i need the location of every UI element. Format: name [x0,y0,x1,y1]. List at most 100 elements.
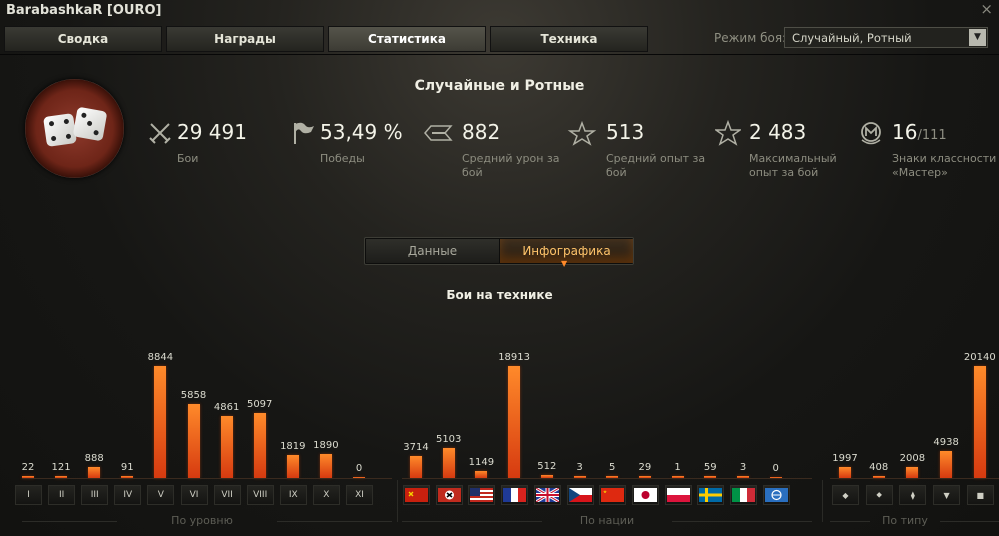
sweden-flag-icon[interactable] [697,485,725,505]
bar-value-label: 8844 [147,352,174,363]
chart-baseline [830,478,999,479]
bar-value-label: 4938 [933,437,959,448]
chart-group-label: По типу [882,514,928,527]
stat-label: Максимальный опыт за бой [749,152,837,179]
stat-value: 2 483 [749,120,807,144]
stat-value: 513 [606,120,645,144]
group-underline [22,521,117,522]
ussr-flag-icon[interactable] [403,485,430,505]
battle-mode-label: Режим боя: [714,31,787,45]
category-tick[interactable]: VII [213,485,241,505]
chart-group-divider [822,480,823,522]
bar-value-label: 0 [355,463,363,474]
at-spg-icon[interactable]: ▼ [933,485,961,505]
category-tick[interactable]: VI [180,485,208,505]
category-tick[interactable]: V [147,485,175,505]
bar-value-label: 0 [772,463,779,474]
bar-value-label: 20140 [963,352,996,363]
battle-mode-value: Случайный, Ротный [792,31,912,45]
die-right [72,106,108,142]
france-flag-icon[interactable] [501,485,529,505]
chart-group-divider [397,480,398,522]
group-underline [940,521,999,522]
uk-flag-icon[interactable] [533,485,561,505]
category-tick[interactable]: IX [279,485,307,505]
stat-value: 53,49 % [320,120,403,144]
china-flag-icon[interactable] [599,485,627,505]
tab-vehicles[interactable]: Техника [490,26,648,52]
chart-baseline [22,478,392,479]
section-title: Случайные и Ротные [414,78,585,94]
chart-bar [906,467,919,478]
bar-value-label: 1890 [313,440,339,451]
category-tick[interactable]: VIII [246,485,274,505]
chart-bar [286,455,299,478]
bar-value-label: 1149 [468,457,495,468]
spg-icon[interactable]: ■ [966,485,994,505]
active-caret-icon: ▼ [561,259,568,268]
category-tick[interactable]: IV [114,485,142,505]
category-tick[interactable]: III [81,485,109,505]
die-left [43,113,77,147]
tab-summary[interactable]: Сводка [4,26,162,52]
poland-flag-icon[interactable] [664,485,692,505]
chart-bar [508,366,521,478]
view-toggle: Данные Инфографика [364,237,634,265]
battle-mode-select[interactable]: Случайный, Ротный ▼ [784,27,988,48]
intunion-flag-icon[interactable] [762,485,790,505]
chart-group-label: По уровню [171,514,233,527]
stat-label: Победы [320,152,365,165]
chart-bar [253,413,266,478]
stat-value: 16/111 [892,120,947,144]
chart-bar [154,366,167,478]
usa-flag-icon[interactable] [468,485,496,505]
stat-value: 882 [462,120,501,144]
player-profile-window: BarabashkaR [OURO] × Сводка Награды Стат… [0,0,999,536]
bar-value-label: 5858 [180,390,207,401]
tab-statistics[interactable]: Статистика [328,26,486,52]
group-underline [402,521,542,522]
dice-badge-icon [25,79,124,178]
czech-flag-icon[interactable] [566,485,594,505]
damage-icon [424,125,453,141]
medium-tank-icon[interactable]: ⬥ [865,485,893,505]
chart-by-tier: 22 I 121 II 888 III 91 IV 8844 V 5858 VI 4861 VII 5097… [15,340,392,536]
stat-value: 29 491 [177,120,247,144]
window-title: BarabashkaR [OURO] [6,3,162,18]
chart-bar [187,404,200,478]
chart-bar [410,456,422,478]
chart-bar [940,451,953,478]
star-max-icon [715,120,741,146]
tab-awards[interactable]: Награды [166,26,324,52]
bar-value-label: 5097 [246,399,273,410]
bar-value-label: 5103 [435,434,462,445]
category-tick[interactable]: II [48,485,76,505]
close-icon[interactable]: × [980,0,993,18]
group-underline [830,521,870,522]
category-tick[interactable]: XI [346,485,373,505]
stat-label: Средний урон за бой [462,152,560,179]
group-underline [672,521,812,522]
category-tick[interactable]: X [312,485,340,505]
bar-value-label: 18913 [498,352,530,363]
group-underline [277,521,392,522]
japan-flag-icon[interactable] [631,485,659,505]
italy-flag-icon[interactable] [730,485,757,505]
bar-value-label: 2008 [899,453,926,464]
chart-title: Бои на технике [446,288,553,302]
chart-bar [442,448,455,478]
chevron-down-icon[interactable]: ▼ [969,29,986,46]
stat-label: Средний опыт за бой [606,152,706,179]
chart-by-nation: 3714 5103 1149 18913 512 3 5 29 1 59 3 0 По нации [402,340,812,536]
crossed-swords-icon [149,123,171,144]
stat-label: Бои [177,152,199,165]
category-tick[interactable]: I [15,485,42,505]
chart-group-label: По нации [579,514,635,527]
heavy-tank-icon[interactable]: ⧫ [899,485,927,505]
flag-icon [294,122,314,144]
bar-value-label: 91 [120,462,134,473]
germany-flag-icon[interactable] [435,485,463,505]
chart-bar [220,416,233,478]
toggle-data-button[interactable]: Данные [366,239,499,263]
light-tank-icon[interactable]: ◆ [832,485,859,505]
